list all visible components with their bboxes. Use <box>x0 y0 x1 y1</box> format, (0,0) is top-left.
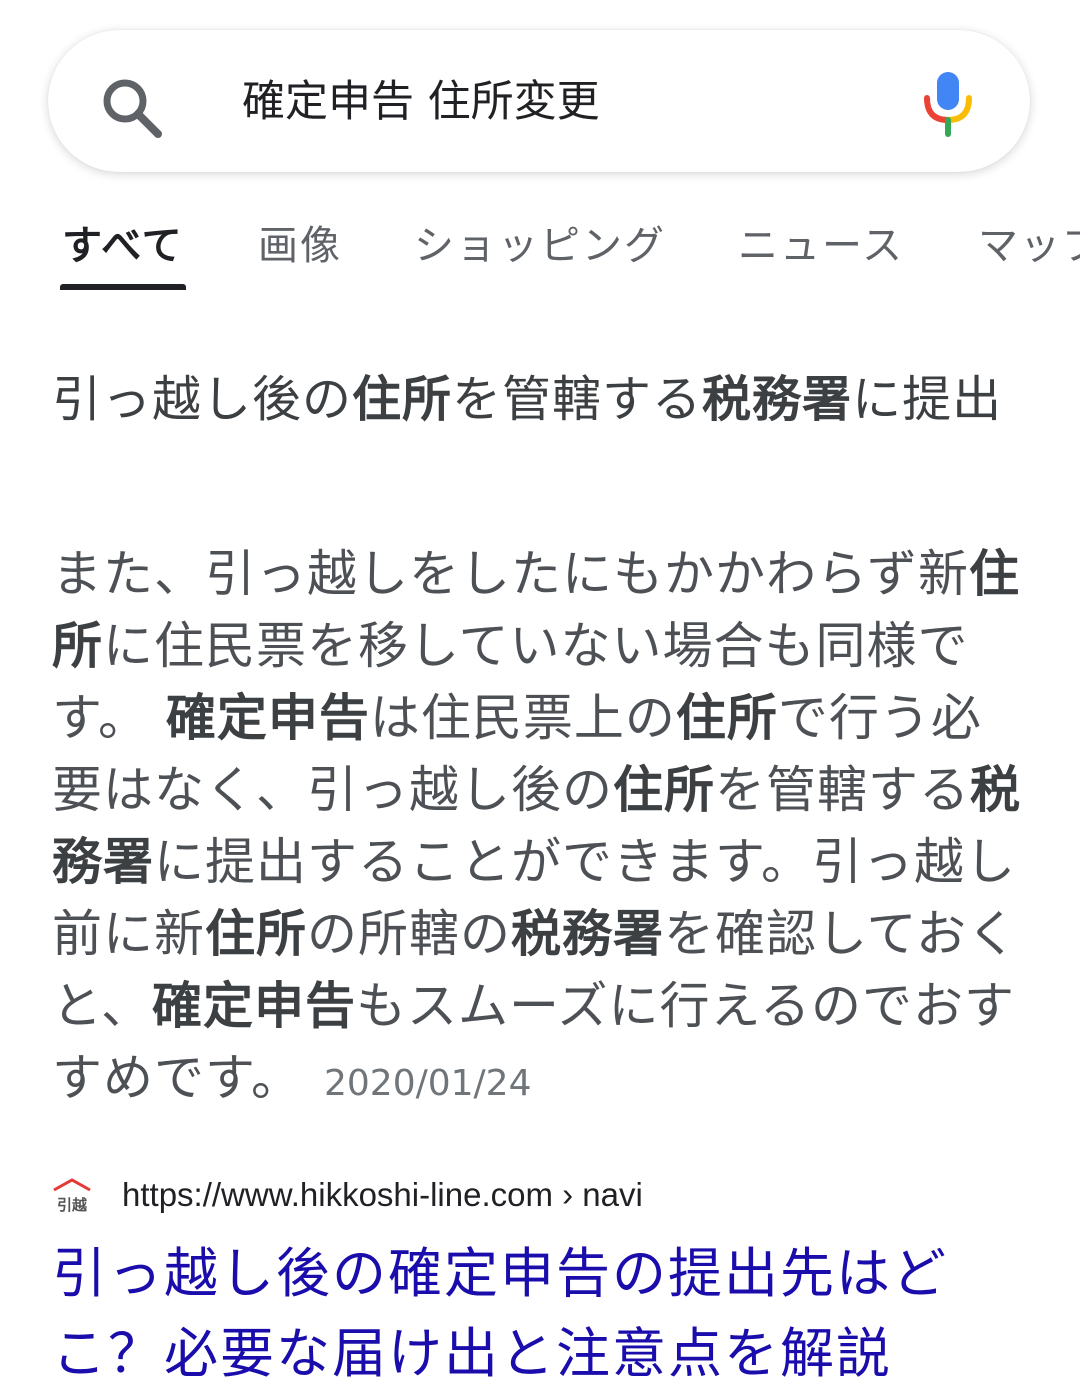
title-text: 引っ越し後の <box>52 371 353 428</box>
tab-all[interactable]: すべて <box>62 218 184 274</box>
search-input[interactable] <box>242 70 882 134</box>
microphone-icon[interactable] <box>920 70 976 138</box>
snippet-date: 2020/01/24 <box>324 1063 532 1104</box>
tab-maps[interactable]: マップ <box>978 218 1080 274</box>
title-highlight: 住所 <box>352 371 453 428</box>
favicon-text: 引越 <box>57 1196 88 1214</box>
active-tab-indicator <box>60 284 186 290</box>
title-highlight: 税務署 <box>702 371 853 428</box>
snippet-highlight: 税務署 <box>511 905 664 963</box>
snippet-highlight: 住所 <box>675 689 778 747</box>
tab-news[interactable]: ニュース <box>738 218 904 274</box>
title-text: を管轄する <box>452 371 703 428</box>
result-source[interactable]: 引越 https://www.hikkoshi-line.com › navi <box>48 1170 1048 1220</box>
snippet-highlight: 確定申告 <box>165 689 370 747</box>
tab-shopping[interactable]: ショッピング <box>414 218 666 274</box>
snippet-highlight: 確定申告 <box>152 977 356 1035</box>
result-url[interactable]: https://www.hikkoshi-line.com › navi <box>122 1172 643 1218</box>
site-favicon-icon: 引越 <box>53 1178 91 1214</box>
snippet-text: は住民票上の <box>369 689 676 747</box>
title-text: に提出 <box>852 371 1003 428</box>
snippet-text: を管轄する <box>715 761 970 819</box>
search-icon[interactable] <box>100 76 164 140</box>
snippet-text: の所轄の <box>307 905 511 963</box>
snippet-highlight: 住所 <box>613 761 715 819</box>
snippet-text: また、引っ越しをしたにもかかわらず新 <box>52 545 969 603</box>
featured-snippet: また、引っ越しをしたにもかかわらず新住所に住民票を移していない場合も同様です。 … <box>52 538 1028 1120</box>
result-title-link[interactable]: 引っ越し後の確定申告の提出先はどこ？必要な届け出と注意点を解説 <box>52 1234 1028 1394</box>
search-tabs: すべて 画像 ショッピング ニュース マップ <box>0 210 1080 296</box>
featured-answer-title: 引っ越し後の住所を管轄する税務署に提出 <box>52 362 1028 437</box>
tab-images[interactable]: 画像 <box>258 218 342 274</box>
snippet-highlight: 住所 <box>205 905 307 963</box>
